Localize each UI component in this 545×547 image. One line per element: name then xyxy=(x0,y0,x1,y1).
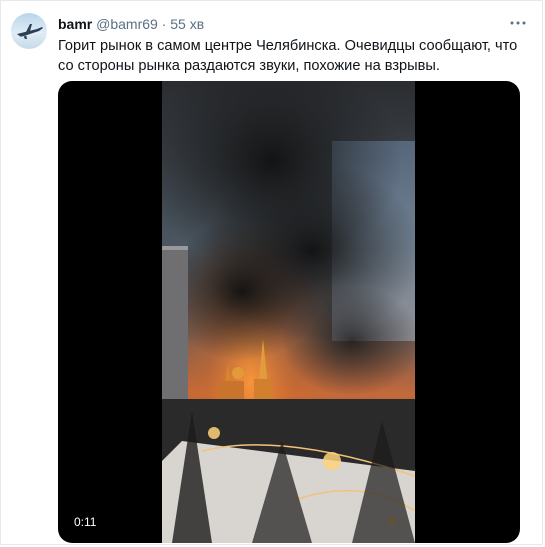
more-button[interactable] xyxy=(508,13,528,33)
separator-dot: · xyxy=(161,16,167,32)
airplane-icon xyxy=(14,24,44,39)
video-timestamp: 0:11 xyxy=(70,513,101,531)
tweet-header: bamr @bamr69 · 55 хв xyxy=(58,16,204,32)
user-handle[interactable]: @bamr69 xyxy=(96,16,158,32)
video-frame xyxy=(162,81,415,543)
tweet-text: Горит рынок в самом центре Челябинска. О… xyxy=(58,38,518,74)
fire-scene-image xyxy=(162,81,415,543)
tweet-card[interactable]: bamr @bamr69 · 55 хв Горит рынок в самом… xyxy=(0,0,543,545)
more-icon xyxy=(510,21,526,25)
display-name[interactable]: bamr xyxy=(58,16,92,32)
video-player[interactable]: 0:11 xyxy=(58,81,520,543)
avatar[interactable] xyxy=(11,13,47,49)
tweet-time[interactable]: 55 хв xyxy=(170,16,204,32)
